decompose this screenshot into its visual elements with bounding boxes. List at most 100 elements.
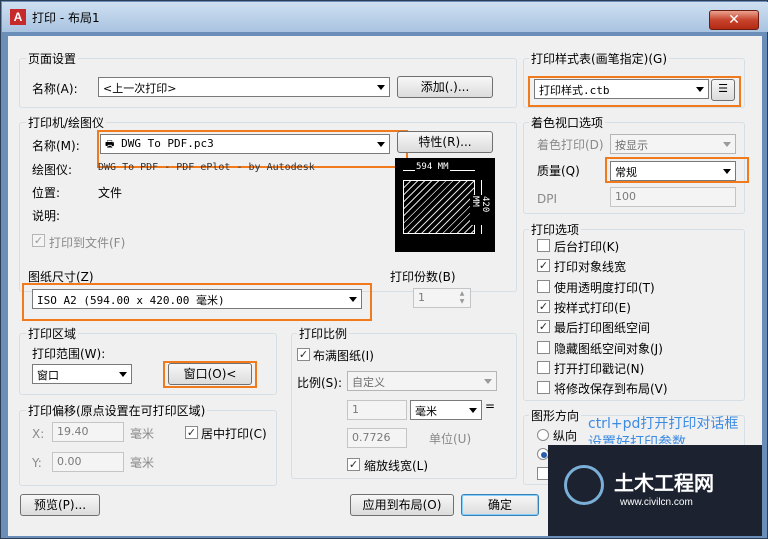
plot-range-label: 打印范围(W): (32, 347, 106, 361)
scale-value1-input[interactable]: 1 (347, 400, 407, 420)
printer-name-label: 名称(M): (32, 139, 80, 153)
plot-option-checkbox[interactable]: ✓ (537, 320, 550, 334)
portrait-radio[interactable] (537, 429, 549, 441)
chevron-down-icon (469, 408, 477, 413)
chevron-down-icon (377, 85, 385, 90)
apply-to-layout-button[interactable]: 应用到布局(O) (350, 494, 454, 516)
plot-option-checkbox[interactable] (537, 279, 550, 293)
scale-equals-sign: = (485, 399, 496, 413)
offset-y-label: Y: (32, 456, 42, 470)
copies-value: 1 (418, 291, 425, 304)
close-button[interactable]: ✕ (709, 10, 759, 30)
dpi-input[interactable]: 100 (610, 187, 736, 207)
plot-option-label: 隐藏图纸空间对象(J) (554, 341, 663, 356)
plot-option-label: 按样式打印(E) (554, 300, 631, 315)
plot-to-file-checkbox[interactable]: ✓ (32, 234, 45, 247)
paper-size-highlight-box (22, 283, 372, 321)
paper-sheet (403, 180, 475, 234)
scale-unit-value: 毫米 (415, 405, 437, 418)
quality-label: 质量(Q) (537, 164, 580, 178)
plot-to-file-label: 打印到文件(F) (49, 236, 126, 250)
printer-properties-button[interactable]: 特性(R)... (397, 131, 493, 153)
offset-x-input[interactable]: 19.40 (52, 422, 124, 442)
copies-label: 打印份数(B) (388, 268, 458, 285)
dpi-label: DPI (537, 192, 558, 206)
title-bar: A 打印 - 布局1 (2, 2, 768, 32)
printer-group-label: 打印机/绘图仪 (26, 114, 107, 131)
plotter-label: 绘图仪: (32, 163, 73, 177)
autocad-app-icon: A (10, 9, 26, 25)
plotter-value: DWG To PDF - PDF ePlot - by Autodesk (98, 162, 315, 173)
plot-range-value: 窗口 (37, 369, 59, 382)
scale-dropdown[interactable]: 自定义 (347, 371, 497, 391)
plot-option-checkbox[interactable] (537, 239, 550, 252)
offset-y-input[interactable]: 0.00 (52, 452, 124, 472)
site-watermark-logo: 土木工程网 www.civilcn.com (548, 445, 762, 536)
logo-url: www.civilcn.com (620, 497, 693, 508)
shaded-viewport-group-label: 着色视口选项 (529, 114, 606, 131)
page-setup-name-label: 名称(A): (32, 82, 78, 96)
chevron-down-icon (723, 142, 731, 147)
plot-option-label: 使用透明度打印(T) (554, 280, 655, 295)
portrait-label: 纵向 (553, 429, 578, 443)
chevron-down-icon (119, 372, 127, 377)
window-title: 打印 - 布局1 (32, 11, 100, 25)
shade-plot-label: 着色打印(D) (537, 138, 604, 152)
offset-x-label: X: (32, 427, 45, 441)
add-page-setup-button[interactable]: 添加(.)... (397, 76, 493, 98)
offset-x-unit: 毫米 (130, 427, 155, 441)
copies-spinner[interactable]: 1 ▲ ▼ (413, 288, 471, 308)
scale-unit-dropdown[interactable]: 毫米 (410, 400, 482, 420)
scale-value: 自定义 (352, 376, 385, 389)
spin-down-icon[interactable]: ▼ (455, 298, 469, 306)
page-setup-name-value: <上一次打印> (103, 82, 177, 95)
page-setup-name-dropdown[interactable]: <上一次打印> (98, 77, 390, 97)
caption-line-1: ctrl+pd打开打印对话框 (588, 416, 739, 432)
plot-option-label: 将修改保存到布局(V) (554, 382, 668, 397)
center-plot-label: 居中打印(C) (201, 427, 267, 441)
plot-option-checkbox[interactable] (537, 360, 550, 374)
paper-height-label: 420 MM (470, 195, 490, 225)
plot-option-label: 后台打印(K) (554, 240, 620, 254)
shade-plot-dropdown[interactable]: 按显示 (610, 134, 736, 154)
plot-option-checkbox[interactable]: ✓ (537, 259, 550, 273)
fit-to-paper-label: 布满图纸(I) (313, 349, 374, 363)
plot-range-dropdown[interactable]: 窗口 (32, 364, 132, 384)
location-value: 文件 (98, 186, 123, 200)
location-label: 位置: (32, 186, 61, 200)
spin-up-icon[interactable]: ▲ (455, 290, 469, 298)
plot-option-checkbox[interactable]: ✓ (537, 299, 550, 313)
shade-plot-value: 按显示 (615, 139, 648, 152)
scale-label: 比例(S): (297, 376, 343, 390)
logo-circle-icon (564, 465, 604, 505)
center-plot-checkbox[interactable]: ✓ (185, 426, 198, 439)
page-setup-group-label: 页面设置 (26, 50, 79, 67)
scale-value2-input[interactable]: 0.7726 (347, 428, 407, 448)
plot-option-checkbox[interactable] (537, 340, 550, 354)
plot-options-group-label: 打印选项 (529, 221, 582, 238)
plot-offset-group-label: 打印偏移(原点设置在可打印区域) (26, 402, 208, 419)
scale-lineweights-label: 缩放线宽(L) (364, 459, 429, 473)
offset-y-unit: 毫米 (130, 456, 155, 470)
chevron-down-icon (484, 379, 492, 384)
scale-unit-label: 单位(U) (429, 432, 472, 446)
scale-lineweights-checkbox[interactable]: ✓ (347, 458, 360, 471)
plot-option-checkbox[interactable] (537, 381, 550, 395)
preview-button[interactable]: 预览(P)... (20, 494, 100, 516)
ok-button[interactable]: 确定 (461, 494, 539, 516)
fit-to-paper-checkbox[interactable]: ✓ (297, 348, 310, 361)
style-table-highlight-box (528, 76, 741, 107)
plot-scale-group-label: 打印比例 (297, 325, 350, 342)
quality-highlight-box (605, 157, 749, 183)
paper-width-label: 594 MM (415, 162, 450, 172)
description-label: 说明: (32, 209, 61, 223)
dialog-client-area: 页面设置 名称(A): <上一次打印> 添加(.)... 打印机/绘图仪 名称(… (8, 36, 762, 536)
caption-line-2: 设置好打印参数 (588, 435, 686, 444)
plot-option-label: 最后打印图纸空间 (554, 321, 651, 336)
style-table-group-label: 打印样式表(画笔指定)(G) (529, 50, 670, 67)
plot-option-label: 打印对象线宽 (554, 260, 627, 275)
plot-area-group-label: 打印区域 (26, 325, 79, 342)
orientation-group-label: 图形方向 (529, 407, 582, 424)
logo-title: 土木工程网 (614, 471, 714, 495)
plot-option-label: 打开打印戳记(N) (554, 361, 645, 376)
